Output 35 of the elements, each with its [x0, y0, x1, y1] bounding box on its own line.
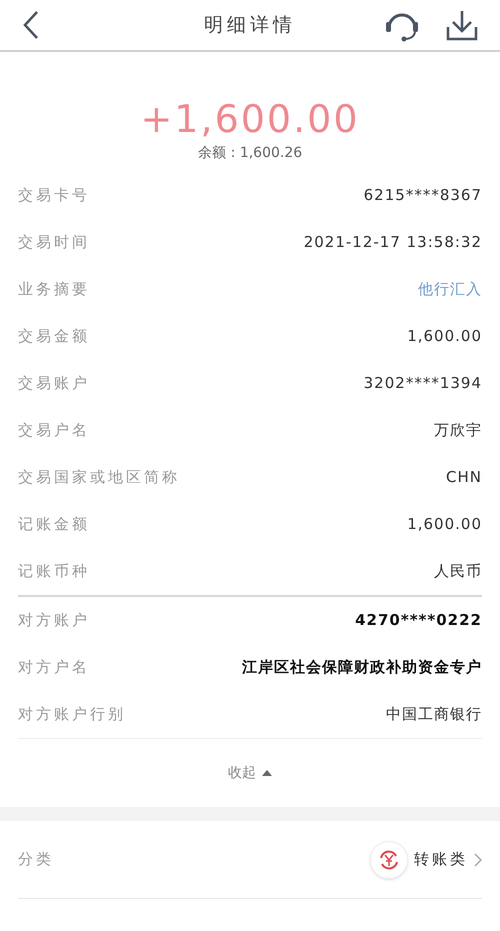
field-label: 交易账户: [18, 373, 90, 394]
field-value: 6215****8367: [364, 185, 482, 206]
field-value: 人民币: [434, 561, 482, 582]
field-value: 万欣宇: [434, 420, 482, 442]
back-icon[interactable]: [22, 10, 40, 40]
field-value: 2021-12-17 13:58:32: [304, 232, 482, 254]
field-value: CHN: [446, 467, 482, 488]
field-label: 对方账户: [18, 610, 90, 632]
field-label: 分类: [18, 849, 54, 870]
field-label: 记账金额: [18, 514, 90, 536]
transfer-icon: [370, 840, 408, 878]
field-value: 3202****1394: [364, 373, 482, 394]
field-value: 1,600.00: [407, 514, 482, 536]
field-label: 对方账户行别: [18, 704, 126, 726]
field-label: 业务摘要: [18, 279, 90, 300]
category-link[interactable]: 转账类: [414, 848, 482, 871]
collapse-button[interactable]: 收起: [228, 762, 272, 784]
caret-icon: [262, 770, 272, 776]
amount-text: +1,600.00: [140, 97, 360, 141]
page-title: 明细详情: [204, 12, 296, 38]
field-label: 交易户名: [18, 420, 90, 442]
field-value: 中国工商银行: [386, 704, 482, 726]
chevron-icon: [474, 852, 482, 866]
field-label: 交易时间: [18, 232, 90, 254]
field-value: 1,600.00: [407, 326, 482, 348]
field-value[interactable]: 他行汇入: [418, 278, 482, 301]
field-label: 对方户名: [18, 657, 90, 678]
field-label: 交易国家或地区简称: [18, 467, 180, 488]
balance-text: 余额：1,600.26: [198, 144, 302, 163]
field-label: 记账币种: [18, 561, 90, 582]
field-label: 交易卡号: [18, 185, 90, 206]
field-value: 江岸区社会保障财政补助资金专户: [242, 657, 482, 678]
download-icon[interactable]: [446, 9, 478, 41]
field-value: 4270****0222: [355, 610, 482, 632]
field-label: 交易金额: [18, 326, 90, 348]
